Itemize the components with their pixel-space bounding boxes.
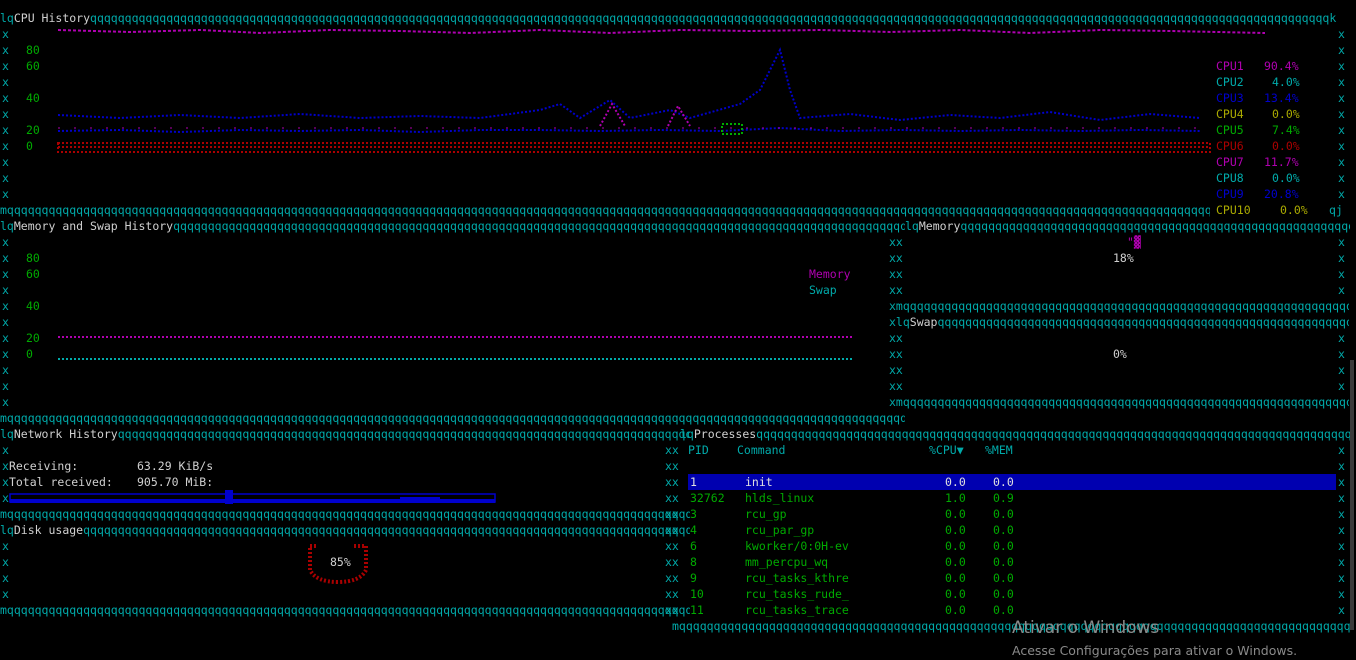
process-mem: 0.9	[993, 491, 1014, 505]
border-glyph: x	[1338, 491, 1345, 505]
process-row[interactable]: 8 mm_percpu_wq 0.0 0.0	[688, 554, 1336, 570]
process-pid: 1	[690, 475, 697, 489]
disk-panel-bottom-border: mqqqqqqqqqqqqqqqqqqqqqqqqqqqqqqqqqqqqqqq…	[0, 603, 690, 617]
process-mem: 0.0	[993, 539, 1014, 553]
border-glyph: x	[1338, 603, 1345, 617]
process-mem: 0.0	[993, 475, 1014, 489]
process-cpu: 0.0	[945, 571, 966, 585]
process-cpu: 1.0	[945, 491, 966, 505]
border-glyph: xx	[665, 475, 679, 489]
process-command: init	[745, 475, 773, 489]
process-command: rcu_tasks_kthre	[745, 571, 849, 585]
process-command: rcu_par_gp	[745, 523, 815, 537]
header-cpu[interactable]: %CPU▼	[929, 442, 964, 458]
border-glyph: x	[1338, 587, 1345, 601]
process-row[interactable]: 3 rcu_gp 0.0 0.0	[688, 506, 1336, 522]
process-row[interactable]: 10 rcu_tasks_rude_ 0.0 0.0	[688, 586, 1336, 602]
process-cpu: 0.0	[945, 555, 966, 569]
process-cpu: 0.0	[945, 507, 966, 521]
process-pid: 10	[690, 587, 704, 601]
process-row[interactable]: 9 rcu_tasks_kthre 0.0 0.0	[688, 570, 1336, 586]
header-command[interactable]: Command	[737, 442, 785, 458]
border-glyph: xx	[665, 491, 679, 505]
process-row-selected[interactable]: 1 init 0.0 0.0	[688, 474, 1336, 490]
process-mem: 0.0	[993, 523, 1014, 537]
header-pid[interactable]: PID	[688, 442, 709, 458]
border-glyph: x	[1338, 475, 1345, 489]
processes-panel-bottom-border: mqqqqqqqqqqqqqqqqqqqqqqqqqqqqqqqqqqqqqqq…	[672, 619, 1350, 633]
process-command: rcu_gp	[745, 507, 787, 521]
process-pid: 32762	[690, 491, 725, 505]
process-row[interactable]: 32762 hlds_linux 1.0 0.9	[688, 490, 1336, 506]
disk-percent: 85%	[330, 555, 351, 569]
activation-watermark-title: Ativar o Windows	[1012, 618, 1160, 638]
process-pid: 4	[690, 523, 697, 537]
border-glyph: xx	[665, 587, 679, 601]
process-cpu: 0.0	[945, 475, 966, 489]
process-cpu: 0.0	[945, 539, 966, 553]
process-row[interactable]: 11 rcu_tasks_trace 0.0 0.0	[688, 602, 1336, 618]
border-glyph: x	[1338, 555, 1345, 569]
process-pid: 8	[690, 555, 697, 569]
process-cpu: 0.0	[945, 587, 966, 601]
activation-watermark-subtitle: Acesse Configurações para ativar o Windo…	[1012, 643, 1298, 658]
process-command: rcu_tasks_rude_	[745, 587, 849, 601]
header-mem[interactable]: %MEM	[985, 442, 1013, 458]
process-command: rcu_tasks_trace	[745, 603, 849, 617]
processes-panel-title: Processes	[693, 427, 757, 441]
border-glyph: xx	[665, 443, 679, 457]
process-cpu: 0.0	[945, 523, 966, 537]
border-glyph: x	[1338, 539, 1345, 553]
process-command: mm_percpu_wq	[745, 555, 829, 569]
border-glyph: xx	[665, 571, 679, 585]
border-glyph: xx	[665, 523, 679, 537]
border-glyph: xx	[665, 459, 679, 473]
process-pid: 6	[690, 539, 697, 553]
window-scrollbar[interactable]	[1350, 360, 1354, 630]
process-command: kworker/0:0H-ev	[745, 539, 849, 553]
process-mem: 0.0	[993, 507, 1014, 521]
border-glyph: x	[1338, 523, 1345, 537]
process-row[interactable]: 6 kworker/0:0H-ev 0.0 0.0	[688, 538, 1336, 554]
border-glyph: x	[1338, 507, 1345, 521]
process-mem: 0.0	[993, 555, 1014, 569]
process-pid: 9	[690, 571, 697, 585]
process-pid: 3	[690, 507, 697, 521]
border-glyph: x	[1338, 571, 1345, 585]
processes-panel-top-border: lqProcessesqqqqqqqqqqqqqqqqqqqqqqqqqqqqq…	[680, 427, 1350, 441]
border-glyph: xx	[665, 539, 679, 553]
process-pid: 11	[690, 603, 704, 617]
process-row[interactable]: 4 rcu_par_gp 0.0 0.0	[688, 522, 1336, 538]
border-glyph: xx	[665, 603, 679, 617]
process-mem: 0.0	[993, 603, 1014, 617]
border-glyph: xx	[665, 555, 679, 569]
border-glyph: x	[1338, 443, 1345, 457]
border-glyph: x	[1338, 459, 1345, 473]
border-glyph: xx	[665, 507, 679, 521]
process-mem: 0.0	[993, 571, 1014, 585]
process-mem: 0.0	[993, 587, 1014, 601]
process-cpu: 0.0	[945, 603, 966, 617]
process-command: hlds_linux	[745, 491, 815, 505]
